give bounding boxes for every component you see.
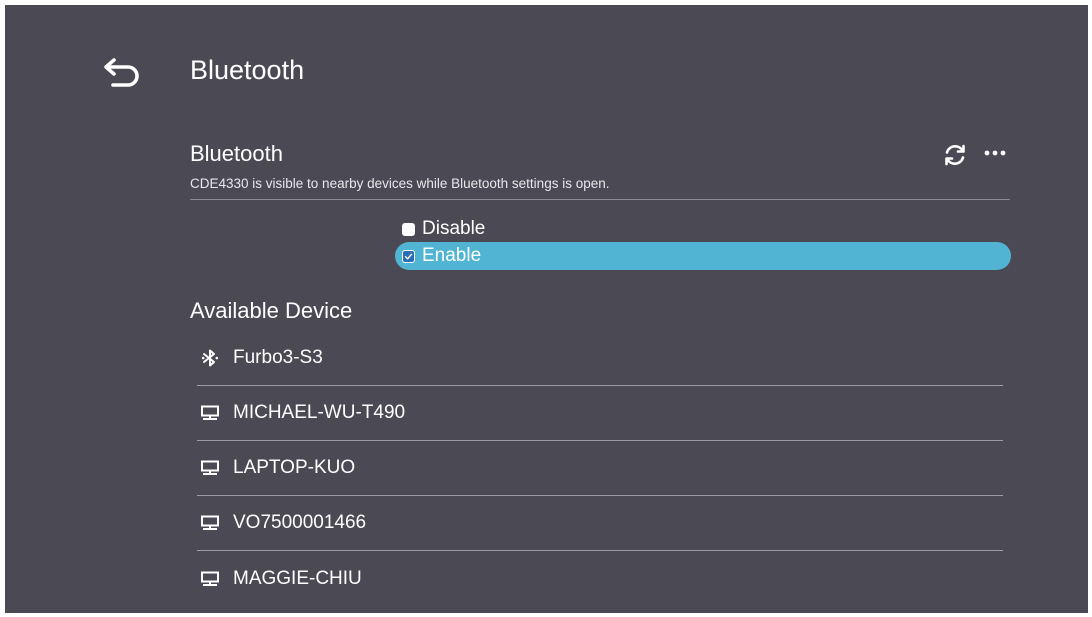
disable-option[interactable]: Disable [395,215,1011,243]
more-horizontal-icon [984,150,1006,156]
checkmark-icon [404,253,413,259]
bluetooth-icon [199,349,221,367]
refresh-icon [945,144,965,166]
available-device-title: Available Device [190,298,353,323]
device-name: Furbo3-S3 [233,347,323,368]
device-name: MAGGIE-CHIU [233,567,362,589]
computer-icon [199,404,221,422]
device-item[interactable]: VO7500001466 [197,496,1003,551]
device-name: LAPTOP-KUO [233,457,356,478]
bluetooth-section-title: Bluetooth [190,141,283,166]
computer-icon [199,570,221,588]
enable-option-label: Enable [422,245,482,266]
computer-icon [199,514,221,532]
enable-option[interactable]: Enable [395,242,1011,270]
device-item[interactable]: MAGGIE-CHIU [197,551,1003,606]
device-name: VO7500001466 [233,512,367,533]
device-name: MICHAEL-WU-T490 [233,402,406,423]
device-item[interactable]: MICHAEL-WU-T490 [197,386,1003,441]
device-list: Furbo3-S3 MICHAEL-WU-T490 LAPTOP-KUO VO7… [197,331,1003,606]
section-divider [190,199,1010,200]
computer-icon [199,459,221,477]
back-arrow-icon [104,58,139,87]
refresh-button[interactable] [942,142,968,168]
device-item[interactable]: LAPTOP-KUO [197,441,1003,496]
bluetooth-settings-screen: Bluetooth Bluetooth CDE4330 is visible t… [5,5,1088,613]
disable-option-label: Disable [422,218,486,239]
device-item[interactable]: Furbo3-S3 [197,331,1003,386]
more-options-button[interactable] [982,142,1010,168]
visibility-description: CDE4330 is visible to nearby devices whi… [190,176,610,191]
disable-checkbox[interactable] [402,222,415,236]
page-title: Bluetooth [190,55,305,85]
back-button[interactable] [100,51,144,91]
enable-checkbox[interactable] [402,249,415,263]
